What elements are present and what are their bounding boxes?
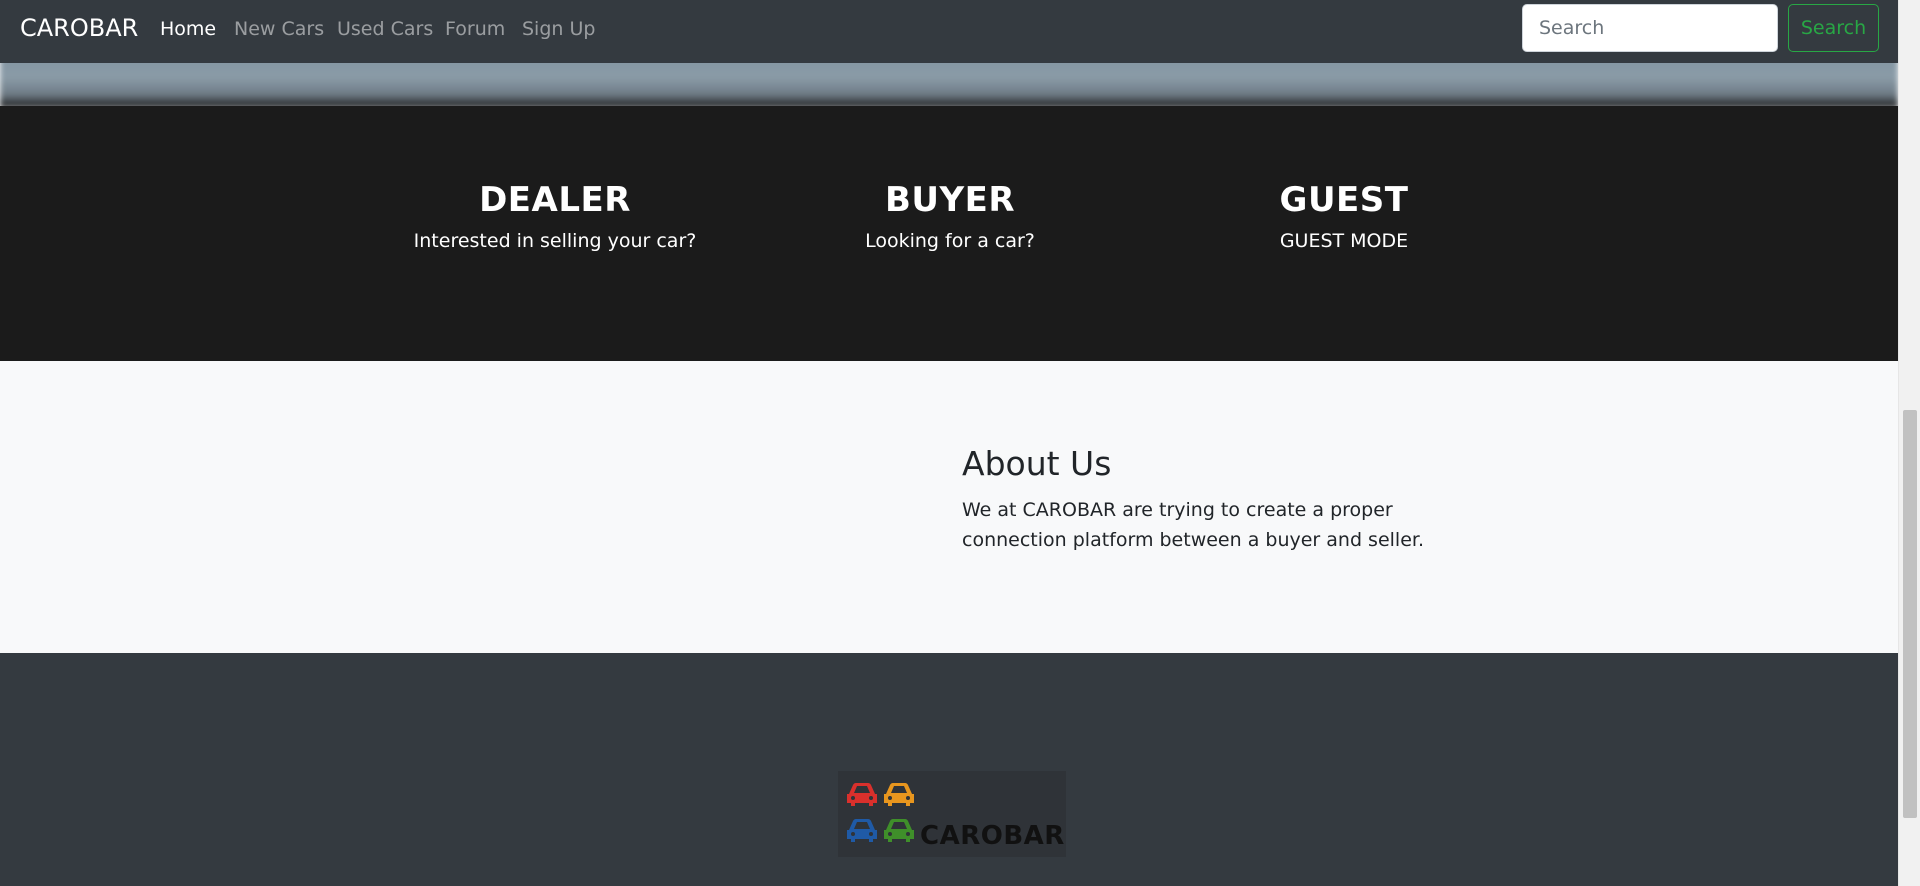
car-icon-orange (884, 783, 914, 806)
nav-link-forum[interactable]: Forum (445, 18, 505, 40)
footer: CAROBAR (0, 653, 1898, 886)
page-scrollbar[interactable] (1898, 0, 1920, 886)
roles-section: DEALER Interested in selling your car? B… (0, 106, 1898, 361)
about-section: About Us We at CAROBAR are trying to cre… (0, 361, 1898, 653)
role-card-buyer[interactable]: BUYER Looking for a car? (790, 180, 1110, 252)
page: CAROBAR Home New Cars Used Cars Forum Si… (0, 0, 1898, 886)
about-text: We at CAROBAR are trying to create a pro… (962, 499, 1424, 551)
role-subtitle: Looking for a car? (865, 230, 1035, 252)
role-title: GUEST (1279, 180, 1409, 220)
logo-text: CAROBAR (920, 821, 1065, 851)
about-title: About Us (962, 444, 1112, 483)
role-subtitle: GUEST MODE (1279, 230, 1409, 252)
nav-link-home[interactable]: Home (160, 18, 216, 40)
navbar: CAROBAR Home New Cars Used Cars Forum Si… (0, 0, 1898, 63)
role-title: BUYER (884, 180, 1016, 220)
car-icon-blue (847, 819, 877, 842)
role-card-dealer[interactable]: DEALER Interested in selling your car? (395, 180, 715, 252)
brand-link[interactable]: CAROBAR (20, 14, 138, 42)
role-title: DEALER (479, 180, 631, 220)
search-input[interactable] (1522, 4, 1778, 52)
carobar-logo: CAROBAR (838, 771, 1066, 857)
role-card-guest[interactable]: GUEST GUEST MODE (1184, 180, 1504, 252)
nav-link-new-cars[interactable]: New Cars (234, 18, 324, 40)
nav-link-sign-up[interactable]: Sign Up (522, 18, 595, 40)
car-icon-green (884, 819, 914, 842)
role-subtitle: Interested in selling your car? (413, 230, 697, 252)
nav-link-used-cars[interactable]: Used Cars (337, 18, 433, 40)
search-button[interactable]: Search (1788, 4, 1879, 52)
car-icon-red (847, 783, 877, 806)
scrollbar-thumb[interactable] (1903, 410, 1917, 818)
